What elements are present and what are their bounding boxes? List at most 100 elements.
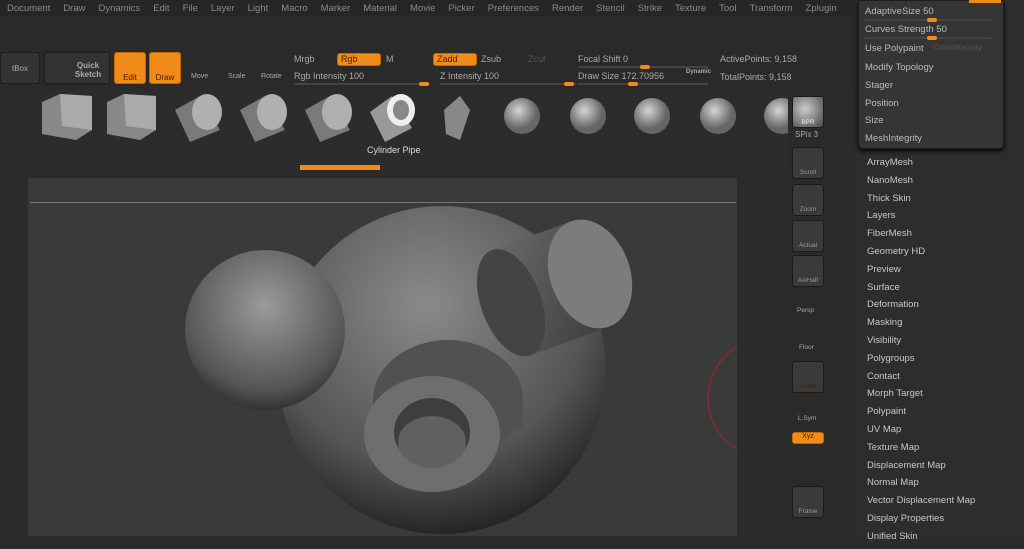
menu-item-document[interactable]: Document xyxy=(0,0,56,16)
tool-menu-polypaint[interactable]: Polypaint xyxy=(867,406,975,424)
total-points: TotalPoints: 9,158 xyxy=(720,72,792,82)
tool-menu-deformation[interactable]: Deformation xyxy=(867,299,975,317)
tool-menu-polygroups[interactable]: Polygroups xyxy=(867,353,975,371)
popup-orange-button[interactable] xyxy=(969,0,1001,3)
menu-item-movie[interactable]: Movie xyxy=(403,0,441,16)
persp-button[interactable]: Persp xyxy=(797,307,814,314)
menu-item-file[interactable]: File xyxy=(176,0,204,16)
modify-topology-item[interactable]: Modify Topology xyxy=(865,62,933,73)
menu-item-zplugin[interactable]: Zplugin xyxy=(799,0,843,16)
zcut-button[interactable]: Zcut xyxy=(528,54,546,64)
rotate-button[interactable]: Rotate xyxy=(261,73,282,80)
zoom-button[interactable]: Zoom xyxy=(792,184,824,216)
tool-scrollbar[interactable] xyxy=(300,165,380,170)
tool-menu-nanomesh[interactable]: NanoMesh xyxy=(867,175,975,193)
tool-menu-geometry-hd[interactable]: Geometry HD xyxy=(867,246,975,264)
tool-menu-displacement-map[interactable]: Displacement Map xyxy=(867,460,975,478)
adaptive-size-slider[interactable]: AdaptiveSize 50 xyxy=(865,6,934,17)
stager-item[interactable]: Stager xyxy=(865,80,893,91)
rgb-intensity-label: Rgb Intensity 100 xyxy=(294,71,365,81)
dynamic-button[interactable]: Dynamic xyxy=(686,69,711,75)
menu-item-texture[interactable]: Texture xyxy=(668,0,712,16)
menu-item-material[interactable]: Material xyxy=(356,0,403,16)
menu-item-picker[interactable]: Picker xyxy=(441,0,480,16)
draw-size-label: Draw Size 172.70956 xyxy=(578,71,665,81)
menu-item-edit[interactable]: Edit xyxy=(146,0,175,16)
tool-menu-normal-map[interactable]: Normal Map xyxy=(867,477,975,495)
scroll-button[interactable]: Scroll xyxy=(792,147,824,179)
active-points: ActivePoints: 9,158 xyxy=(720,54,798,64)
use-polypaint-button[interactable]: Use Polypaint xyxy=(865,43,924,54)
tool-menu-contact[interactable]: Contact xyxy=(867,371,975,389)
menu-item-layer[interactable]: Layer xyxy=(204,0,241,16)
tool-menu-preview[interactable]: Preview xyxy=(867,264,975,282)
focal-shift-slider[interactable] xyxy=(578,65,708,69)
tool-menu-vector-displacement-map[interactable]: Vector Displacement Map xyxy=(867,495,975,513)
tool-menu-arraymesh[interactable]: ArrayMesh xyxy=(867,157,975,175)
tool-menu-masking[interactable]: Masking xyxy=(867,317,975,335)
selected-tool-label: Cylinder Pipe xyxy=(367,145,421,155)
viewport-canvas[interactable] xyxy=(28,178,769,536)
menu-item-dynamics[interactable]: Dynamics xyxy=(91,0,146,16)
tool-subpalette-list: ArrayMesh NanoMesh Thick Skin Layers FiberMe… xyxy=(867,157,975,549)
tool-menu-visibility[interactable]: Visibility xyxy=(867,335,975,353)
right-shelf: BPR SPix 3 Scroll Zoom Actual AAHalf Per… xyxy=(788,90,832,536)
actual-button[interactable]: Actual xyxy=(792,220,824,252)
cylinder-thumbnail-2 xyxy=(240,94,287,142)
lsym-button[interactable]: L.Sym xyxy=(798,415,816,422)
tool-menu-texture-map[interactable]: Texture Map xyxy=(867,442,975,460)
cube-thumbnail-2 xyxy=(107,94,156,140)
tool-menu-thick-skin[interactable]: Thick Skin xyxy=(867,193,975,211)
color-intensity-slider[interactable]: ColorIntensity xyxy=(933,43,982,52)
scale-button[interactable]: Scale xyxy=(228,73,246,80)
tool-menu-surface[interactable]: Surface xyxy=(867,282,975,300)
floor-button[interactable]: Floor xyxy=(799,344,814,351)
quick-sketch-button[interactable]: Quick Sketch xyxy=(44,52,110,84)
tool-menu-layers[interactable]: Layers xyxy=(867,210,975,228)
menu-item-render[interactable]: Render xyxy=(545,0,589,16)
aahalf-button[interactable]: AAHalf xyxy=(792,255,824,287)
adaptive-size-track[interactable] xyxy=(865,18,991,22)
menu-item-draw[interactable]: Draw xyxy=(56,0,91,16)
curves-strength-track[interactable] xyxy=(865,36,991,40)
zadd-button[interactable]: Zadd xyxy=(433,53,477,66)
mrgb-button[interactable]: Mrgb xyxy=(294,54,315,64)
move-button[interactable]: Move xyxy=(191,73,208,80)
menu-item-tool[interactable]: Tool xyxy=(712,0,742,16)
tool-menu-morph-target[interactable]: Morph Target xyxy=(867,388,975,406)
size-item[interactable]: Size xyxy=(865,115,883,126)
menu-item-preferences[interactable]: Preferences xyxy=(481,0,545,16)
rgb-button[interactable]: Rgb xyxy=(337,53,381,66)
tool-menu-unified-skin[interactable]: Unified Skin xyxy=(867,531,975,549)
menu-item-stencil[interactable]: Stencil xyxy=(589,0,631,16)
spix-slider[interactable]: SPix 3 xyxy=(795,130,818,139)
tool-menu-display-properties[interactable]: Display Properties xyxy=(867,513,975,531)
menu-item-transform[interactable]: Transform xyxy=(743,0,799,16)
tool-menu-fibermesh[interactable]: FiberMesh xyxy=(867,228,975,246)
top-shelf: tBox Quick Sketch Edit Draw Move Scale R… xyxy=(0,16,855,90)
zsub-button[interactable]: Zsub xyxy=(481,54,501,64)
rgb-intensity-slider[interactable] xyxy=(294,82,430,86)
mesh-integrity-item[interactable]: MeshIntegrity xyxy=(865,133,922,144)
frame-button[interactable]: Frame xyxy=(792,486,824,518)
model-render xyxy=(185,206,769,534)
z-intensity-slider[interactable] xyxy=(440,82,576,86)
menu-item-marker[interactable]: Marker xyxy=(314,0,357,16)
draw-size-slider[interactable] xyxy=(578,82,708,86)
tool-thumbnails[interactable] xyxy=(0,90,800,170)
local-button[interactable]: Local xyxy=(792,361,824,393)
bpr-button[interactable]: BPR xyxy=(792,96,824,128)
tool-menu-uv-map[interactable]: UV Map xyxy=(867,424,975,442)
menu-bar: Document Draw Dynamics Edit File Layer Light Ma… xyxy=(0,0,855,16)
draw-button[interactable]: Draw xyxy=(149,52,181,84)
curves-strength-slider[interactable]: Curves Strength 50 xyxy=(865,24,947,35)
xyz-button[interactable]: Xyz xyxy=(792,432,824,444)
menu-item-macro[interactable]: Macro xyxy=(274,0,313,16)
menu-item-light[interactable]: Light xyxy=(241,0,275,16)
geometry-popup: AdaptiveSize 50 Curves Strength 50 Use P… xyxy=(858,0,1004,149)
m-button[interactable]: M xyxy=(386,54,394,64)
position-item[interactable]: Position xyxy=(865,98,899,109)
menu-item-strike[interactable]: Strike xyxy=(631,0,668,16)
edit-button[interactable]: Edit xyxy=(114,52,146,84)
lightbox-button[interactable]: tBox xyxy=(0,52,40,84)
